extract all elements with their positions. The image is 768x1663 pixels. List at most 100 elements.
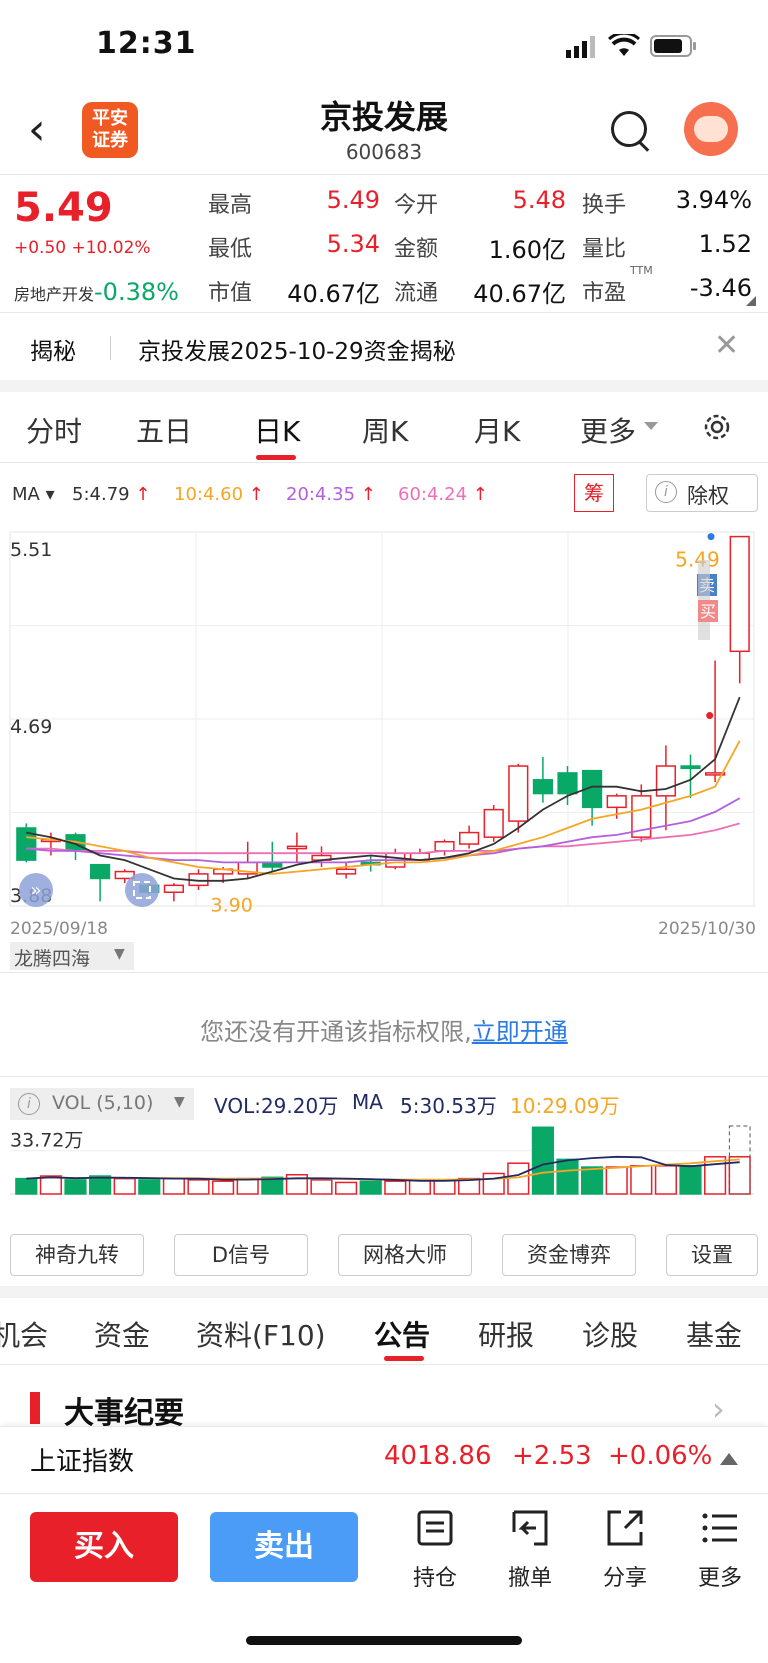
candlestick-chart[interactable]: 5.514.693.883.905.49卖买»2025/09/182025/10… (0, 520, 768, 940)
volume-bar (679, 1165, 702, 1195)
volume-bar (359, 1180, 382, 1195)
open-label: 今开 (394, 193, 439, 218)
divider (0, 972, 768, 973)
ma20-value: 20:4.35 ↑ (286, 484, 376, 505)
high-label: 最高 (208, 193, 253, 218)
capital-reveal-banner[interactable]: 揭秘 京投发展2025-10-29资金揭秘 ✕ (0, 314, 768, 380)
chevron-down-icon (644, 422, 658, 430)
volume-bar (581, 1166, 604, 1195)
more-label: 更多 (697, 1566, 742, 1591)
ma-dot (706, 712, 714, 720)
magic-nine-button[interactable]: 神奇九转 (10, 1234, 144, 1276)
index-ticker-bar[interactable]: 上证指数 4018.86 +2.53 +0.06% (0, 1426, 768, 1494)
tab-capital[interactable]: 资金 (94, 1314, 150, 1354)
volume-bar (384, 1180, 407, 1195)
volume-bar (605, 1166, 628, 1195)
more-button[interactable]: 更多 (685, 1508, 755, 1592)
sector-change: -0.38% (94, 278, 179, 306)
vol-ma5-value: 5:30.53万 (400, 1094, 497, 1118)
expand-up-icon[interactable] (720, 1453, 738, 1465)
vol-ma10-value: 10:29.09万 (510, 1094, 620, 1118)
ma20-text: 20:4.35 (286, 484, 356, 505)
grid-master-button[interactable]: 网格大师 (338, 1234, 472, 1276)
y-axis-mid-label: 4.69 (10, 716, 52, 738)
ma-selector[interactable]: MA ▾ (12, 484, 55, 505)
tab-opportunity[interactable]: 机会 (0, 1314, 48, 1354)
candle-body (655, 765, 676, 797)
cancel-order-button[interactable]: 撤单 (495, 1508, 565, 1592)
reveal-text: 京投发展2025-10-29资金揭秘 (138, 339, 456, 365)
tab-five-day[interactable]: 五日 (136, 410, 192, 450)
active-tab-indicator (384, 1356, 424, 1361)
pe-label: 市盈 (582, 281, 627, 306)
permission-text: 您还没有开通该指标权限, (200, 1018, 472, 1046)
low-price-marker: 3.90 (211, 894, 253, 916)
adjust-rights-label: 除权 (687, 484, 729, 508)
sector-info[interactable]: 房地产开发-0.38% (14, 278, 179, 306)
adjust-rights-button[interactable]: i 除权 (646, 474, 758, 512)
tab-daily-k[interactable]: 日K (254, 410, 300, 450)
volume-bar (39, 1175, 62, 1195)
tab-announcement[interactable]: 公告 (374, 1314, 430, 1354)
volume-bar (187, 1179, 210, 1195)
share-button[interactable]: 分享 (590, 1508, 660, 1592)
up-arrow-icon: ↑ (248, 484, 264, 505)
mktcap-label: 市值 (208, 281, 253, 306)
separator (110, 336, 111, 360)
capital-game-button[interactable]: 资金博弈 (502, 1234, 636, 1276)
candle-body (459, 831, 480, 845)
close-icon[interactable]: ✕ (714, 328, 739, 363)
latest-dot (707, 533, 715, 541)
home-indicator (246, 1636, 522, 1645)
up-arrow-icon: ↑ (135, 484, 151, 505)
volume-bar (15, 1177, 38, 1195)
sell-button[interactable]: 卖出 (210, 1512, 358, 1582)
ma60-value: 60:4.24 ↑ (398, 484, 488, 505)
tab-intraday[interactable]: 分时 (26, 410, 82, 450)
vol-indicator-selector[interactable]: i VOL (5,10) ▼ (10, 1088, 194, 1120)
section-marker (30, 1392, 40, 1424)
y-axis-top-label: 5.51 (10, 539, 52, 561)
tab-more[interactable]: 更多 (580, 410, 636, 450)
tab-research[interactable]: 研报 (478, 1314, 534, 1354)
amount-label: 金额 (394, 237, 439, 262)
tab-weekly-k[interactable]: 周K (362, 410, 408, 450)
signal-icon (566, 36, 596, 58)
tab-f10[interactable]: 资料(F10) (196, 1314, 326, 1354)
status-bar: 12:31 (0, 0, 768, 90)
d-signal-button[interactable]: D信号 (174, 1234, 308, 1276)
index-name: 上证指数 (30, 1447, 135, 1477)
cancel-order-icon (512, 1510, 548, 1546)
collapse-icon-glyph: » (30, 880, 41, 901)
share-label: 分享 (602, 1566, 647, 1591)
expand-corner-icon[interactable] (746, 296, 756, 306)
activate-link[interactable]: 立即开通 (472, 1018, 568, 1046)
battery-icon (650, 34, 698, 62)
assistant-avatar-icon[interactable] (684, 102, 738, 156)
divider (0, 312, 768, 313)
buy-button[interactable]: 买入 (30, 1512, 178, 1582)
indicator-selector[interactable]: 龙腾四海 ▼ (10, 942, 134, 970)
wifi-icon (607, 31, 641, 62)
ma10-value: 10:4.60 ↑ (174, 484, 264, 505)
holdings-button[interactable]: 持仓 (400, 1508, 470, 1592)
reveal-tag: 揭秘 (30, 339, 76, 365)
volume-chart[interactable]: 33.72万 (0, 1124, 768, 1224)
tab-diagnose[interactable]: 诊股 (582, 1314, 638, 1354)
up-arrow-icon: ↑ (360, 484, 376, 505)
cancel-order-label: 撤单 (507, 1566, 552, 1591)
amount-value: 1.60亿 (488, 236, 566, 264)
info-icon: i (18, 1093, 40, 1115)
settings-gear-icon[interactable] (700, 410, 734, 448)
turnover-label: 换手 (582, 193, 627, 218)
candle-body (557, 772, 578, 795)
indicator-settings-button[interactable]: 设置 (666, 1234, 758, 1276)
tab-fund[interactable]: 基金 (686, 1314, 742, 1354)
pe-ttm-tag: TTM (630, 264, 653, 277)
search-icon[interactable] (611, 111, 647, 147)
chevron-right-icon[interactable]: › (712, 1390, 725, 1428)
volume-bar (162, 1177, 185, 1195)
chip-distribution-button[interactable]: 筹 (574, 474, 614, 512)
volume-bar (335, 1181, 358, 1195)
tab-monthly-k[interactable]: 月K (474, 410, 520, 450)
